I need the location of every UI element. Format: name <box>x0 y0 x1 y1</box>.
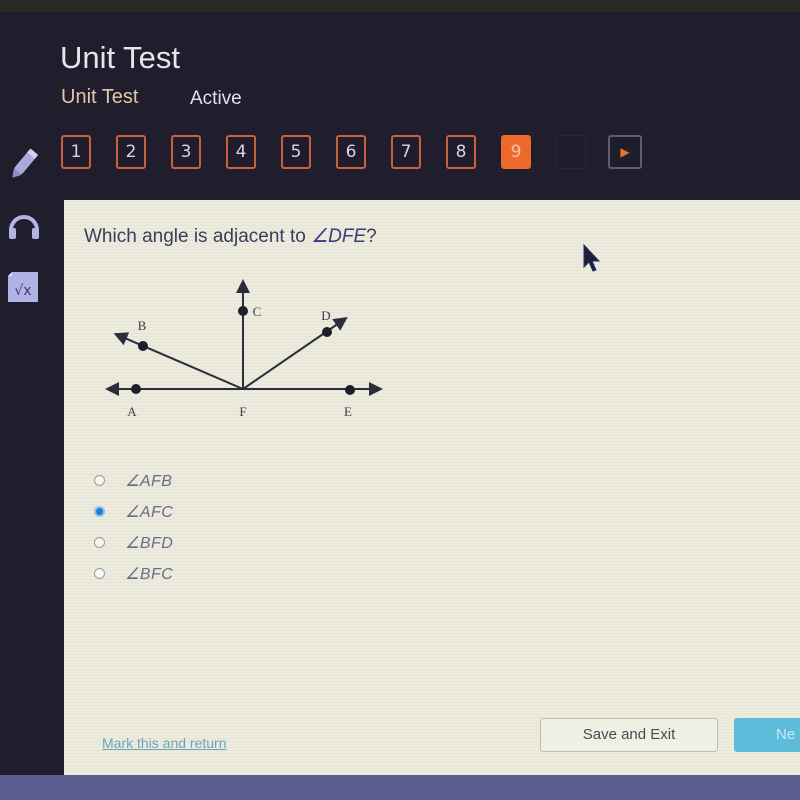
answer-option-4[interactable]: ∠BFC <box>94 558 173 589</box>
point-A <box>131 384 141 394</box>
question-button-placeholder <box>556 135 586 169</box>
question-button-8[interactable]: 8 <box>446 135 476 169</box>
save-and-exit-button[interactable]: Save and Exit <box>540 718 718 752</box>
radio-button[interactable] <box>94 568 105 579</box>
svg-text:√x: √x <box>14 283 31 299</box>
point-B <box>138 341 148 351</box>
bottom-bar <box>0 775 800 800</box>
point-D <box>322 327 332 337</box>
answer-option-3[interactable]: ∠BFD <box>94 527 173 558</box>
angle-diagram: A B C D E F <box>105 279 383 419</box>
question-text: Which angle is adjacent to <box>84 226 312 247</box>
answer-label: ∠AFC <box>125 503 174 521</box>
answer-option-2-selected[interactable]: ∠AFC <box>94 496 173 527</box>
question-card: Which angle is adjacent to ∠DFE? A B C D… <box>64 200 800 775</box>
label-F: F <box>239 404 246 419</box>
radio-button[interactable] <box>94 475 105 486</box>
label-B: B <box>138 318 147 333</box>
question-button-3[interactable]: 3 <box>171 135 201 169</box>
calculator-sqrt-icon[interactable]: √x <box>4 268 44 308</box>
question-suffix: ? <box>366 226 377 247</box>
activity-name: Unit Test <box>61 86 139 108</box>
label-D: D <box>321 308 330 323</box>
question-button-7[interactable]: 7 <box>391 135 421 169</box>
question-prompt: Which angle is adjacent to ∠DFE? <box>84 225 377 248</box>
question-button-5[interactable]: 5 <box>281 135 311 169</box>
point-E <box>345 385 355 395</box>
play-arrow-icon: ▶ <box>620 145 630 159</box>
question-button-6[interactable]: 6 <box>336 135 366 169</box>
question-button-2[interactable]: 2 <box>116 135 146 169</box>
mouse-cursor-icon <box>583 243 601 272</box>
point-C <box>238 306 248 316</box>
status-label: Active <box>190 88 242 109</box>
radio-button[interactable] <box>94 537 105 548</box>
label-C: C <box>253 304 262 319</box>
question-button-4[interactable]: 4 <box>226 135 256 169</box>
radio-button-selected[interactable] <box>94 506 105 517</box>
mark-and-return-link[interactable]: Mark this and return <box>102 735 227 751</box>
answer-label: ∠BFD <box>125 534 174 552</box>
question-angle: ∠DFE <box>311 226 367 247</box>
pencil-icon[interactable] <box>4 144 44 184</box>
page-title: Unit Test <box>60 40 181 75</box>
label-E: E <box>344 404 352 419</box>
answer-label: ∠AFB <box>125 472 173 490</box>
next-questions-arrow-button[interactable]: ▶ <box>608 135 642 169</box>
question-button-1[interactable]: 1 <box>61 135 91 169</box>
headphones-icon[interactable] <box>4 204 44 244</box>
label-A: A <box>127 404 137 419</box>
answer-label: ∠BFC <box>125 565 174 583</box>
next-button[interactable]: Ne <box>734 718 800 752</box>
answer-option-1[interactable]: ∠AFB <box>94 465 173 496</box>
question-button-9-current[interactable]: 9 <box>501 135 531 169</box>
answer-options: ∠AFB ∠AFC ∠BFD ∠BFC <box>94 465 173 589</box>
